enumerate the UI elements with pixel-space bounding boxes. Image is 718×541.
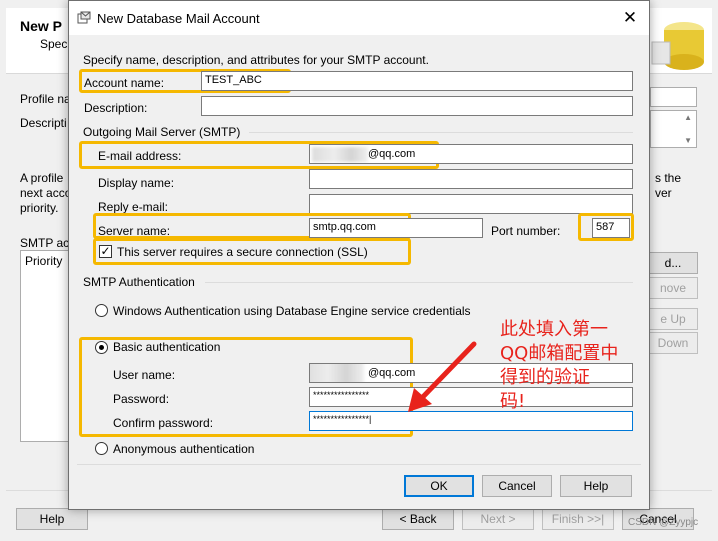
para-line-3: priority. (20, 201, 59, 215)
watermark: CSDN @Zyypjc (628, 517, 699, 528)
scroll-up-icon[interactable]: ▲ (684, 113, 692, 122)
profile-name-label: Profile na (20, 92, 71, 106)
auth-separator (205, 282, 633, 283)
description-label: Descripti (20, 116, 67, 130)
redacted-username (310, 364, 364, 382)
display-name-input[interactable] (309, 169, 633, 189)
outgoing-section-label: Outgoing Mail Server (SMTP) (83, 125, 241, 139)
move-up-button[interactable]: e Up (648, 308, 698, 330)
help-button[interactable]: Help (560, 475, 632, 497)
annotation-line-4: 码! (500, 391, 526, 412)
ssl-label[interactable]: This server requires a secure connection… (117, 245, 368, 259)
port-number-label: Port number: (491, 224, 561, 238)
display-name-label: Display name: (98, 176, 175, 190)
email-input[interactable]: @qq.com (309, 144, 633, 164)
annotation-line-2: QQ邮箱配置中 (500, 343, 619, 364)
smtp-auth-section-label: SMTP Authentication (83, 275, 195, 289)
username-label: User name: (113, 368, 176, 382)
help-button-bg[interactable]: Help (16, 508, 88, 530)
anonymous-auth-label[interactable]: Anonymous authentication (113, 442, 254, 456)
description-input[interactable]: ▲ ▼ (650, 110, 697, 148)
windows-auth-radio[interactable] (95, 304, 108, 317)
description-input[interactable] (201, 96, 633, 116)
confirm-password-label: Confirm password: (113, 416, 214, 430)
password-label: Password: (113, 392, 170, 406)
outgoing-separator (249, 132, 633, 133)
account-name-label: Account name: (84, 76, 165, 90)
back-button[interactable]: < Back (382, 508, 454, 530)
port-number-input[interactable]: 587 (592, 218, 630, 238)
ssl-checkbox[interactable]: ✓ (99, 245, 112, 258)
para-line-2: next acco (20, 186, 72, 200)
footer-separator-dialog (77, 464, 641, 465)
priority-column-header[interactable]: Priority (25, 254, 62, 268)
remove-button[interactable]: nove (648, 277, 698, 299)
wizard-title: New P (20, 18, 63, 34)
basic-auth-label[interactable]: Basic authentication (113, 340, 220, 354)
para-right-1: s the (655, 171, 682, 185)
profile-name-input[interactable] (650, 87, 697, 107)
database-mail-icon (77, 11, 91, 24)
add-button[interactable]: d... (648, 252, 698, 274)
annotation-text: 此处填入第一 QQ邮箱配置中 得到的验证 码! (500, 318, 650, 414)
description-label: Description: (84, 101, 148, 115)
annotation-line-3: 得到的验证 (500, 367, 590, 388)
database-logo (650, 16, 708, 72)
email-domain: @qq.com (368, 148, 416, 160)
move-down-button[interactable]: Down (648, 332, 698, 354)
anonymous-auth-radio[interactable] (95, 442, 108, 455)
account-name-input[interactable]: TEST_ABC (201, 71, 633, 91)
server-name-input[interactable]: smtp.qq.com (309, 218, 483, 238)
redacted-email-user (312, 147, 368, 162)
scroll-down-icon[interactable]: ▼ (684, 136, 692, 145)
dialog-title: New Database Mail Account (97, 11, 260, 26)
red-arrow (408, 341, 477, 412)
finish-button[interactable]: Finish >>| (542, 508, 614, 530)
close-icon[interactable]: ✕ (621, 9, 639, 27)
para-line-1: A profile (20, 171, 64, 185)
smtp-accounts-label: SMTP ac (20, 236, 70, 250)
checkbox-check-icon: ✓ (100, 244, 111, 258)
reply-email-label: Reply e-mail: (98, 200, 169, 214)
cancel-button[interactable]: Cancel (482, 475, 552, 497)
reply-email-input[interactable] (309, 194, 633, 214)
annotation-line-1: 此处填入第一 (500, 319, 608, 340)
email-label: E-mail address: (98, 149, 182, 163)
ok-button[interactable]: OK (404, 475, 474, 497)
basic-auth-radio[interactable] (95, 341, 108, 354)
new-database-mail-account-dialog: New Database Mail Account ✕ Specify name… (68, 0, 650, 510)
wizard-subtitle: Spec (40, 37, 68, 51)
windows-auth-label[interactable]: Windows Authentication using Database En… (113, 304, 471, 318)
para-right-2: ver (655, 186, 672, 200)
next-button[interactable]: Next > (462, 508, 534, 530)
server-name-label: Server name: (98, 224, 171, 238)
instruction-text: Specify name, description, and attribute… (83, 53, 429, 67)
